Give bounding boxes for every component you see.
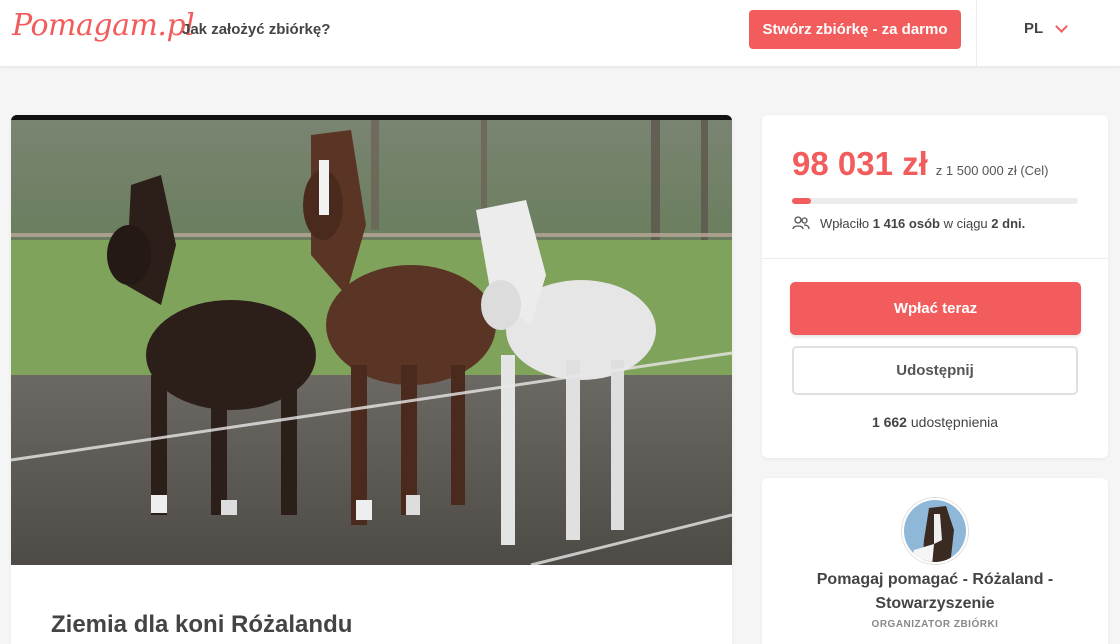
campaign-hero-image <box>11 115 732 565</box>
progress-fill <box>792 198 811 204</box>
raised-amount: 98 031 zł <box>792 145 928 182</box>
stats-prefix: Wpłaciło <box>820 215 870 231</box>
create-fundraiser-button[interactable]: Stwórz zbiórkę - za darmo <box>749 10 961 49</box>
share-button[interactable]: Udostępnij <box>792 346 1078 395</box>
shares-count: 1 662 udostępnienia <box>762 414 1108 430</box>
divider <box>976 0 977 66</box>
donors-count: 1 416 osób <box>872 215 940 231</box>
donors-stats: Wpłaciło 1 416 osób w ciągu 2 dni. <box>792 215 1025 231</box>
days-count: 2 dni. <box>991 215 1026 231</box>
organizer-card: Pomagaj pomagać - Różaland - Stowarzysze… <box>762 478 1108 644</box>
organizer-avatar[interactable] <box>902 498 968 564</box>
shares-number: 1 662 <box>871 414 907 430</box>
donation-card: 98 031 zł z 1 500 000 zł (Cel) Wpłaciło … <box>762 115 1108 458</box>
organizer-name[interactable]: Pomagaj pomagać - Różaland - Stowarzysze… <box>792 568 1078 616</box>
amount-row: 98 031 zł z 1 500 000 zł (Cel) <box>792 145 1049 183</box>
divider <box>762 258 1108 259</box>
language-selector[interactable]: PL <box>1024 19 1069 37</box>
progress-bar <box>792 198 1078 204</box>
organizer-role: ORGANIZATOR ZBIÓRKI <box>871 619 999 630</box>
shares-label: udostępnienia <box>910 414 999 430</box>
goal-amount: z 1 500 000 zł (Cel) <box>935 163 1049 178</box>
donate-now-button[interactable]: Wpłać teraz <box>790 282 1081 335</box>
stats-middle: w ciągu <box>943 215 988 231</box>
top-navbar: Pomagam.pl Jak założyć zbiórkę? Stwórz z… <box>0 0 1120 66</box>
campaign-card: Ziemia dla koni Różalandu <box>11 115 732 644</box>
users-icon <box>792 216 810 230</box>
site-logo[interactable]: Pomagam.pl <box>12 8 195 43</box>
horse-avatar-image <box>904 500 966 562</box>
chevron-down-icon <box>1055 19 1069 33</box>
language-label: PL <box>1024 20 1044 37</box>
campaign-title: Ziemia dla koni Różalandu <box>51 611 353 638</box>
how-to-create-link[interactable]: Jak założyć zbiórkę? <box>182 21 330 38</box>
